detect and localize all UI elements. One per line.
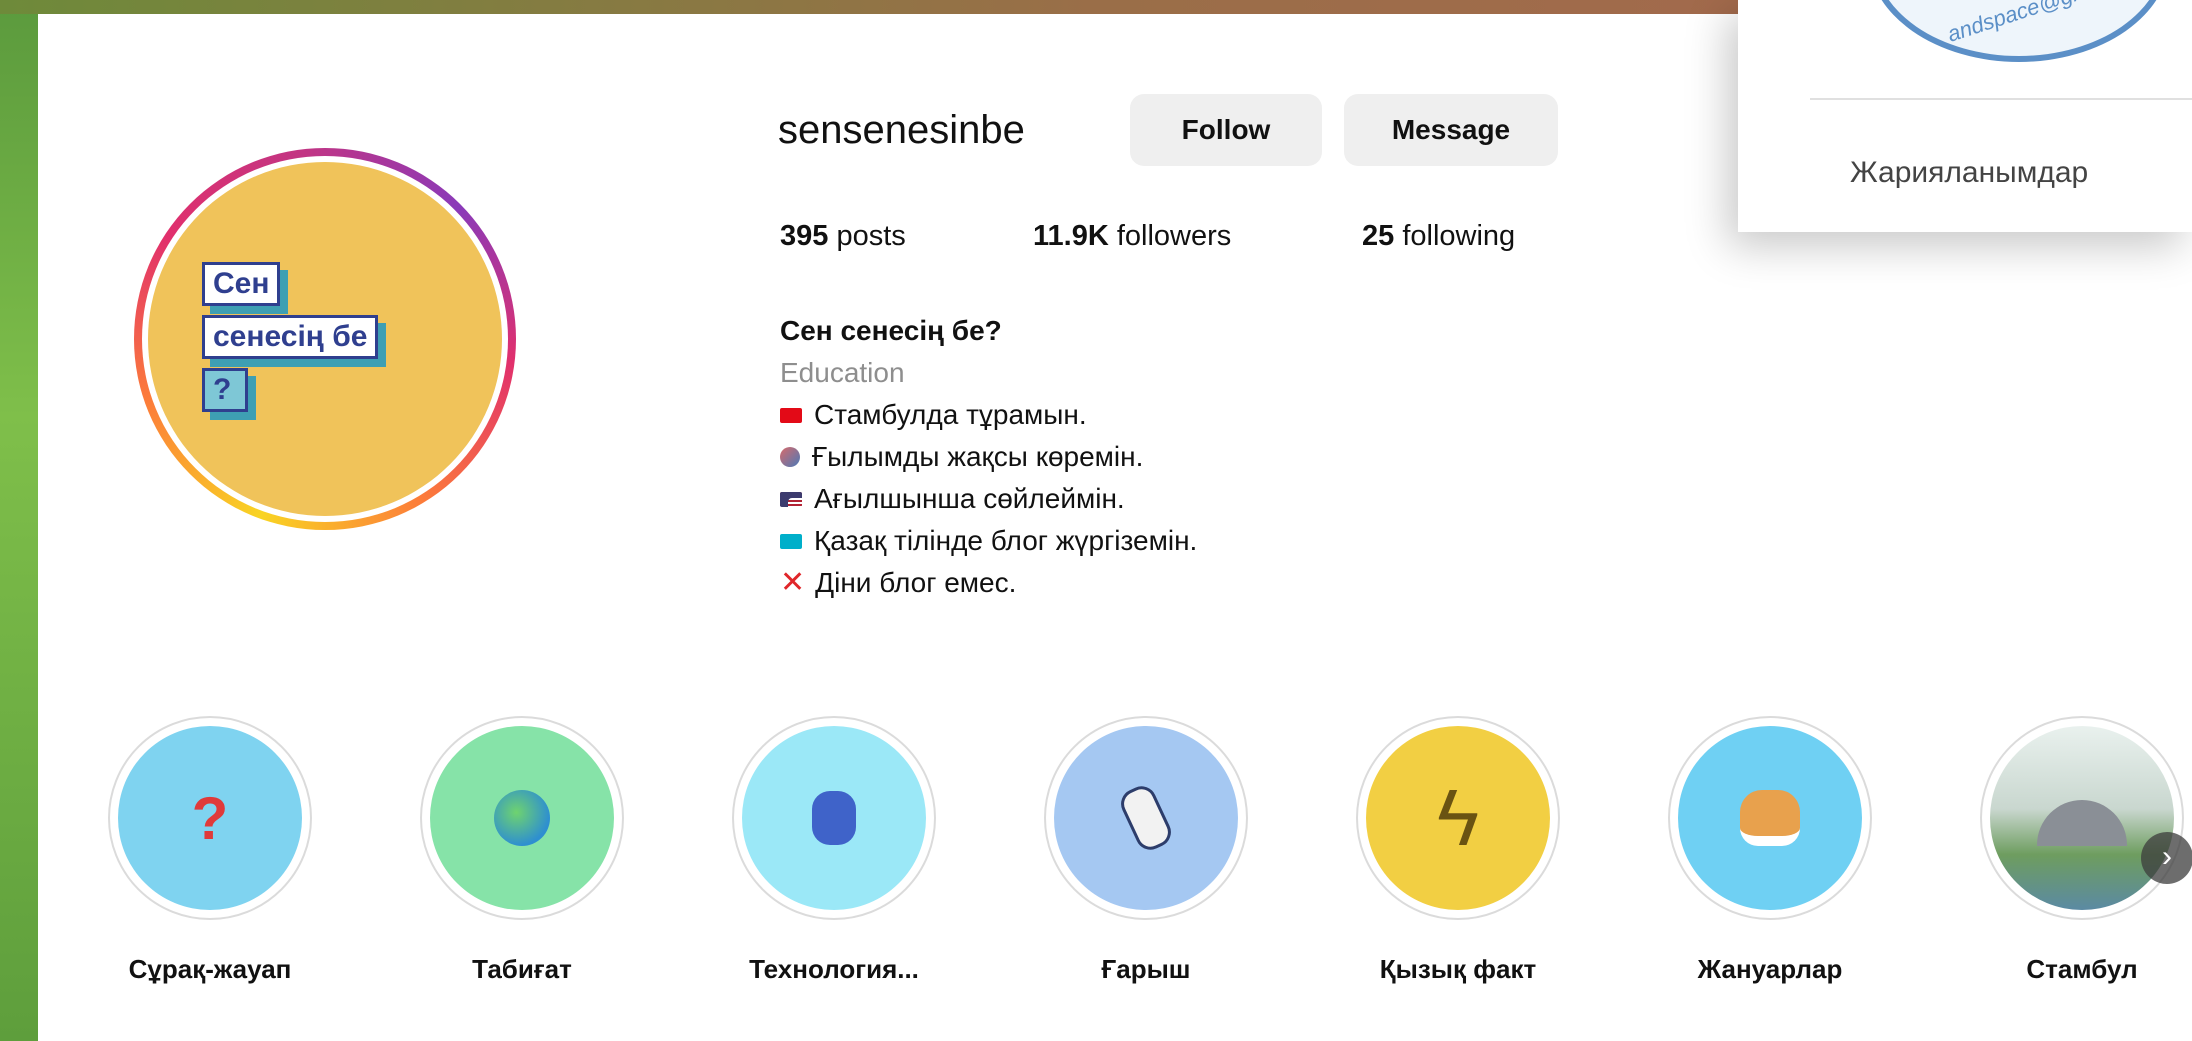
- highlight-label: Технология...: [749, 954, 919, 984]
- followers-label: followers: [1116, 220, 1232, 252]
- highlight-label: Табиғат: [472, 954, 572, 984]
- bio-line-text: Ғылымды жақсы көремін.: [812, 441, 1144, 472]
- email-stamp: andspace@gmail: [1868, 0, 2170, 62]
- bio-line: Қазақ тілінде блог жүргіземін.: [780, 520, 1197, 562]
- scientist-icon: [780, 447, 800, 467]
- bio-category: Education: [780, 357, 905, 388]
- follow-button[interactable]: Follow: [1130, 94, 1322, 166]
- turkey-flag-icon: [780, 407, 802, 423]
- highlight-label: Жануарлар: [1697, 954, 1843, 984]
- stat-following[interactable]: 25 following: [1362, 220, 1515, 253]
- posts-label: posts: [836, 220, 906, 252]
- highlight-item[interactable]: Табиғат: [412, 716, 632, 985]
- highlight-item[interactable]: Жануарлар: [1660, 716, 1880, 985]
- logo-text-line1: Сен: [202, 262, 281, 306]
- robot-icon: [742, 726, 926, 910]
- following-label: following: [1402, 220, 1516, 252]
- bio-line-text: Стамбулда тұрамын.: [814, 399, 1087, 430]
- popup-divider: [1810, 98, 2192, 100]
- logo-text-line2: сенесің бе: [202, 315, 379, 359]
- bio-name: Сен сенесің бе?: [780, 315, 1002, 346]
- bio-line: Ағылшынша сөйлеймін.: [780, 478, 1197, 520]
- profile-avatar[interactable]: Сен сенесің бе ?: [134, 148, 516, 530]
- highlight-item[interactable]: Технология...: [724, 716, 944, 985]
- lightning-icon: ϟ: [1366, 726, 1550, 910]
- message-button[interactable]: Message: [1344, 94, 1558, 166]
- logo-text-line3: ?: [202, 368, 248, 412]
- usa-flag-icon: [780, 491, 802, 507]
- posts-count: 395: [780, 220, 829, 252]
- overlay-popup: andspace@gmail Жарияланымдар: [1738, 0, 2192, 232]
- chevron-right-icon[interactable]: ›: [2141, 832, 2192, 884]
- bio-line-text: Ағылшынша сөйлеймін.: [814, 483, 1125, 514]
- cross-mark-icon: ✕: [780, 566, 806, 599]
- stat-posts: 395 posts: [780, 220, 906, 253]
- highlight-item[interactable]: Ғарыш: [1036, 716, 1256, 985]
- shiba-dog-icon: [1678, 726, 1862, 910]
- bio-line-text: Қазақ тілінде блог жүргіземін.: [814, 525, 1198, 556]
- stat-followers[interactable]: 11.9K followers: [1033, 220, 1231, 253]
- astronaut-question-icon: ?: [118, 726, 302, 910]
- astronaut-rocket-icon: [1054, 726, 1238, 910]
- bio-line-text: Діни блог емес.: [815, 567, 1017, 598]
- bio-line: ✕ Діни блог емес.: [780, 562, 1197, 604]
- highlight-item[interactable]: ? Сұрақ-жауап: [100, 716, 320, 985]
- posts-link[interactable]: Жарияланымдар: [1850, 156, 2088, 190]
- stamp-text: andspace@gmail: [1944, 0, 2114, 47]
- bio-line: Стамбулда тұрамын.: [780, 394, 1197, 436]
- background-frame-left: [0, 0, 38, 1041]
- highlight-label: Қызық факт: [1379, 954, 1537, 984]
- highlight-item[interactable]: ϟ Қызық факт: [1348, 716, 1568, 985]
- followers-count: 11.9K: [1033, 220, 1109, 252]
- mosque-painting-icon: [1990, 726, 2174, 910]
- highlight-label: Сұрақ-жауап: [128, 954, 292, 984]
- following-count: 25: [1362, 220, 1395, 252]
- highlight-label: Стамбул: [2026, 954, 2138, 984]
- bio-line: Ғылымды жақсы көремін.: [780, 436, 1197, 478]
- profile-bio: Сен сенесің бе? Education Стамбулда тұра…: [780, 310, 1197, 604]
- profile-username: sensenesinbe: [778, 108, 1025, 152]
- kazakhstan-flag-icon: [780, 533, 802, 549]
- highlight-label: Ғарыш: [1101, 954, 1191, 984]
- earth-globe-icon: [430, 726, 614, 910]
- avatar-logo: Сен сенесің бе ?: [148, 162, 502, 516]
